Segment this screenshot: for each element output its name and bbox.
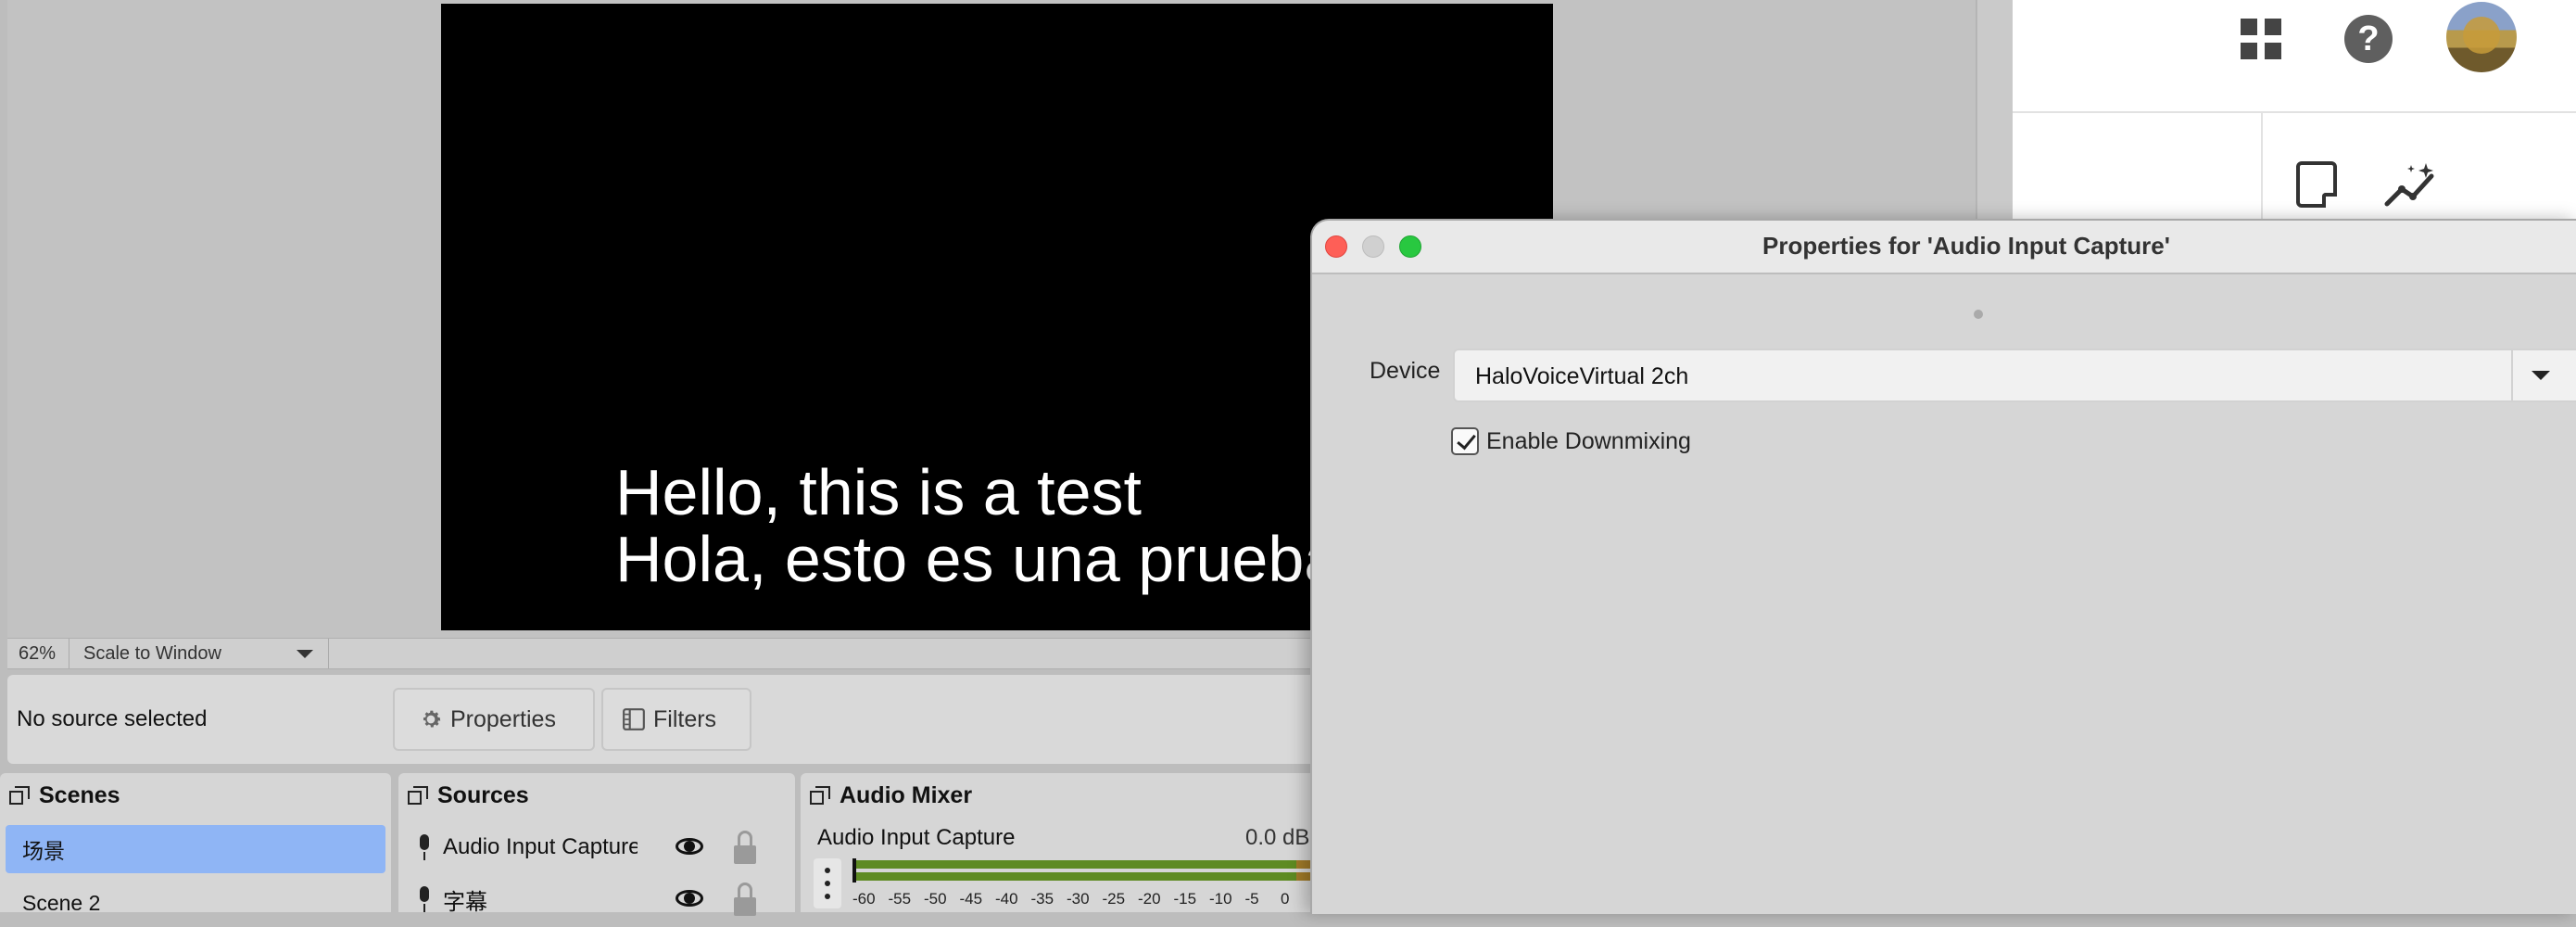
filter-icon bbox=[623, 708, 645, 730]
source-status: No source selected bbox=[17, 706, 208, 731]
properties-button[interactable]: Properties bbox=[393, 688, 595, 751]
zoom-divider-2 bbox=[328, 639, 329, 668]
meter-tick-label: -25 bbox=[1102, 890, 1126, 908]
meter-tick-label: -35 bbox=[1030, 890, 1054, 908]
meter-tick-label: -15 bbox=[1173, 890, 1197, 908]
scene-item[interactable]: 场景 bbox=[6, 825, 385, 873]
filters-button[interactable]: Filters bbox=[601, 688, 751, 751]
scenes-dock-title: Scenes bbox=[9, 782, 120, 809]
avatar[interactable] bbox=[2446, 2, 2517, 72]
dock-float-icon[interactable] bbox=[9, 785, 30, 806]
lock-icon[interactable] bbox=[734, 883, 756, 916]
filters-label: Filters bbox=[653, 705, 717, 732]
zoom-level[interactable]: 62% bbox=[19, 643, 56, 665]
sources-dock: Sources Audio Input Capture 字幕 bbox=[398, 773, 795, 916]
browser-panel: ? bbox=[2013, 0, 2576, 222]
select-divider bbox=[2511, 350, 2513, 402]
help-icon[interactable]: ? bbox=[2344, 15, 2393, 63]
meter-tick-label: -50 bbox=[924, 890, 947, 908]
properties-label: Properties bbox=[450, 705, 556, 732]
device-label: Device bbox=[1370, 358, 1441, 384]
note-icon[interactable] bbox=[2296, 161, 2337, 208]
source-label: Audio Input Capture bbox=[443, 834, 638, 859]
meter-tick-label: 0 bbox=[1281, 890, 1290, 908]
meter-tick-label: -40 bbox=[995, 890, 1018, 908]
header-divider bbox=[2013, 111, 2576, 113]
dialog-titlebar[interactable]: Properties for 'Audio Input Capture' bbox=[1312, 221, 2576, 274]
meter-tick-label: -45 bbox=[959, 890, 983, 908]
toolbar-divider bbox=[2261, 113, 2263, 222]
meter-tick-label: -20 bbox=[1138, 890, 1161, 908]
scale-mode-select[interactable]: Scale to Window bbox=[83, 643, 221, 665]
lock-icon[interactable] bbox=[734, 831, 756, 864]
volume-slider-handle[interactable] bbox=[852, 858, 856, 883]
source-label: 字幕 bbox=[443, 889, 487, 915]
mixer-track-name: Audio Input Capture bbox=[817, 825, 1016, 850]
dock-float-icon[interactable] bbox=[810, 785, 830, 806]
meter-tick-label: -10 bbox=[1209, 890, 1232, 908]
mixer-dock-title: Audio Mixer bbox=[810, 782, 972, 809]
visibility-eye-icon[interactable] bbox=[675, 888, 708, 910]
device-value: HaloVoiceVirtual 2ch bbox=[1475, 363, 1689, 389]
source-item[interactable]: Audio Input Capture bbox=[417, 825, 788, 870]
downmix-label: Enable Downmixing bbox=[1486, 427, 1691, 454]
chevron-down-icon[interactable] bbox=[2532, 369, 2550, 382]
downmix-checkbox[interactable] bbox=[1451, 427, 1479, 455]
sparkle-chart-icon[interactable] bbox=[2383, 161, 2439, 211]
source-item[interactable]: 字幕 bbox=[417, 877, 788, 921]
scene-item[interactable]: Scene 2 bbox=[6, 879, 385, 927]
apps-grid-icon[interactable] bbox=[2241, 19, 2283, 61]
sources-dock-title: Sources bbox=[408, 782, 529, 809]
maximize-button[interactable] bbox=[1399, 235, 1421, 258]
text-icon bbox=[417, 886, 432, 912]
meter-tick-label: -30 bbox=[1067, 890, 1090, 908]
meter-tick-label: -5 bbox=[1244, 890, 1259, 908]
meter-tick-label: -60 bbox=[852, 890, 876, 908]
gear-icon bbox=[423, 710, 441, 728]
meter-tick-label: -55 bbox=[888, 890, 912, 908]
visibility-eye-icon[interactable] bbox=[675, 836, 708, 858]
minimize-button[interactable] bbox=[1362, 235, 1384, 258]
mixer-title: Audio Mixer bbox=[840, 782, 973, 808]
more-options-icon[interactable] bbox=[814, 858, 841, 908]
dialog-title-text: Properties for 'Audio Input Capture' bbox=[1762, 232, 2170, 260]
chevron-down-icon[interactable] bbox=[285, 639, 322, 668]
mixer-track-db: 0.0 dB bbox=[1245, 825, 1310, 850]
dock-float-icon[interactable] bbox=[408, 785, 428, 806]
downmix-option[interactable]: Enable Downmixing bbox=[1451, 423, 1691, 460]
properties-dialog: Properties for 'Audio Input Capture' Dev… bbox=[1310, 219, 2576, 914]
scene-label: Scene 2 bbox=[22, 890, 101, 915]
device-select[interactable]: HaloVoiceVirtual 2ch bbox=[1453, 349, 2576, 402]
splitter-handle[interactable] bbox=[1974, 310, 1983, 319]
subtitle-line-2: Hola, esto es una prueba bbox=[615, 523, 1341, 595]
scenes-title: Scenes bbox=[39, 782, 120, 808]
scenes-dock: Scenes 场景 Scene 2 bbox=[0, 773, 391, 915]
scene-label: 场景 bbox=[22, 839, 65, 863]
mic-icon bbox=[417, 834, 432, 860]
close-button[interactable] bbox=[1325, 235, 1347, 258]
sources-title: Sources bbox=[437, 782, 529, 808]
subtitle-line-1: Hello, this is a test bbox=[615, 456, 1142, 528]
